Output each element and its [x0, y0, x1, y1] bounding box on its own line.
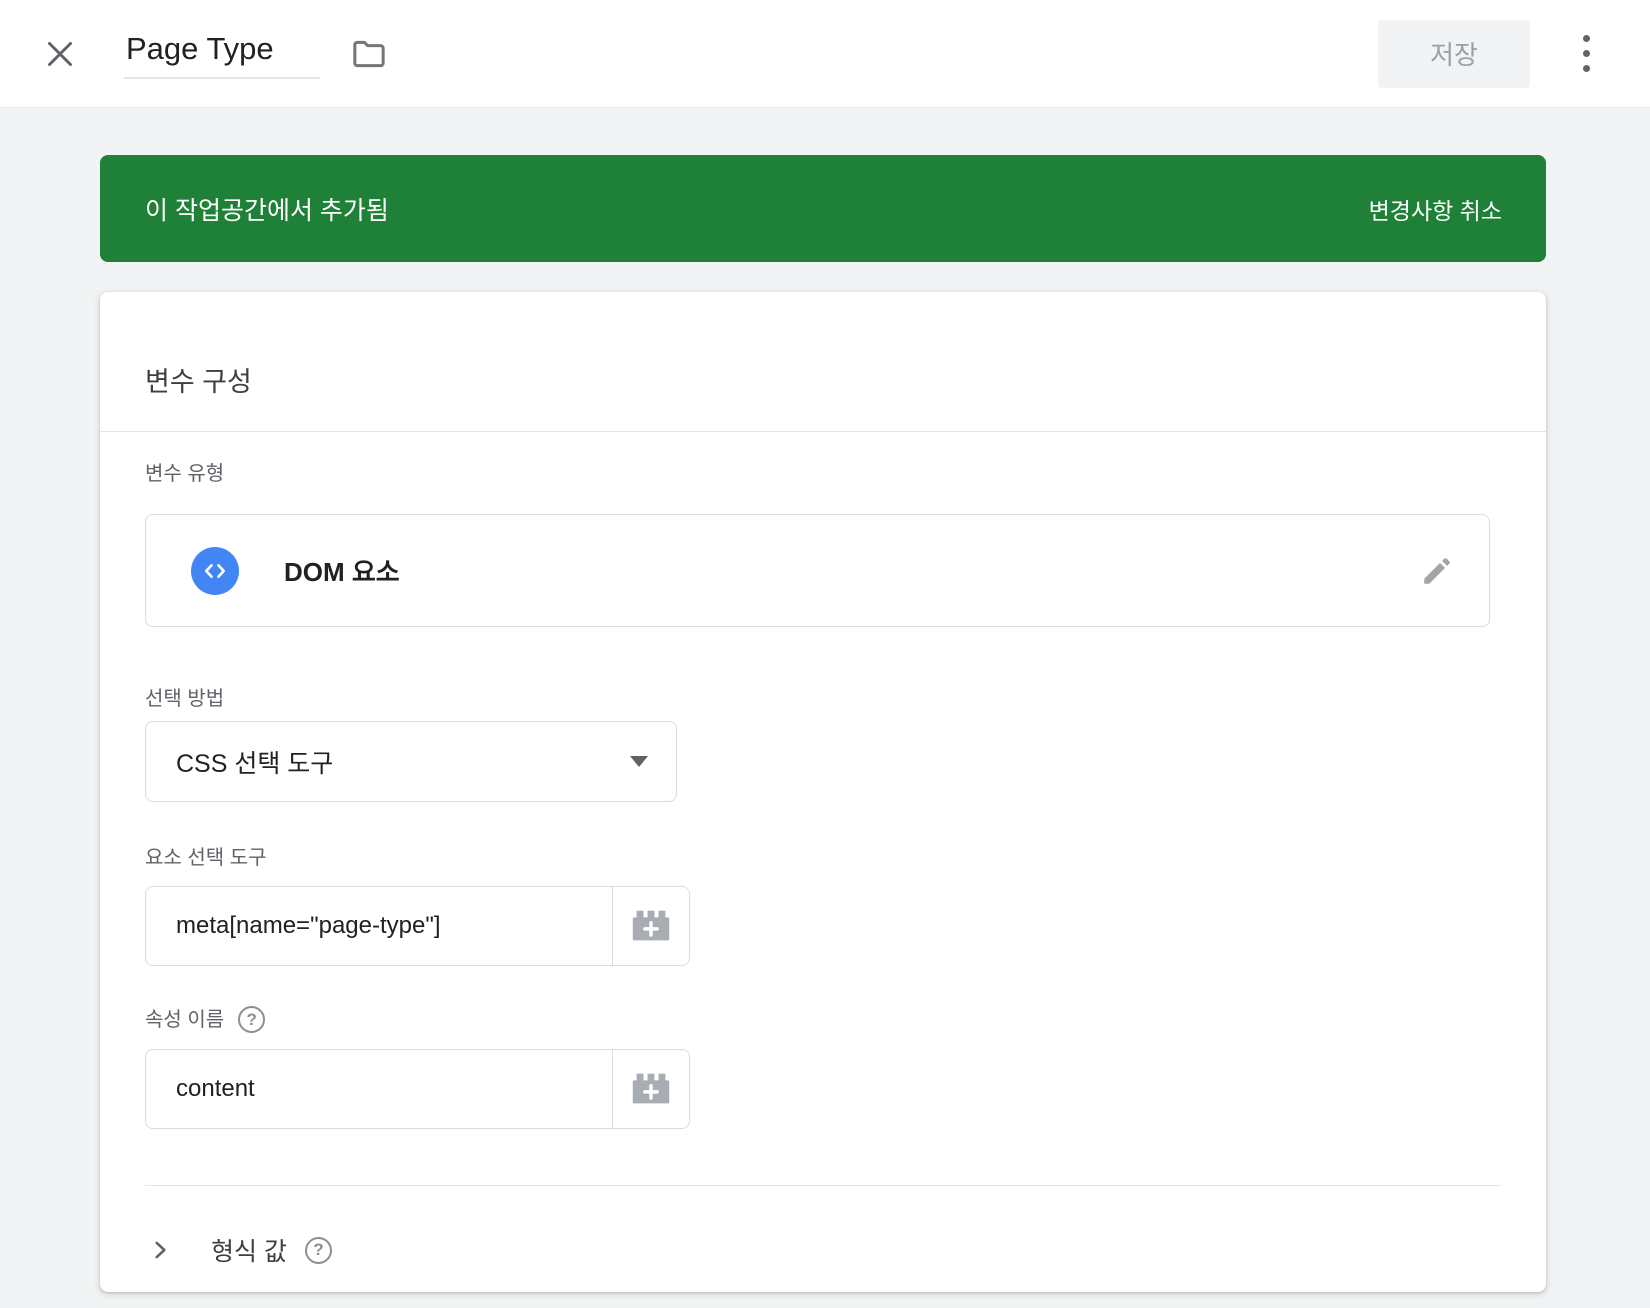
folder-button[interactable] [346, 31, 392, 77]
selection-method-dropdown[interactable]: CSS 선택 도구 [145, 721, 677, 802]
variable-brick-icon [628, 1069, 674, 1109]
attribute-name-label: 속성 이름 ? [145, 1006, 1501, 1033]
more-menu-button[interactable] [1566, 28, 1606, 80]
attribute-name-field [145, 1049, 690, 1129]
insert-variable-button[interactable] [612, 886, 690, 966]
chevron-right-icon [145, 1235, 175, 1265]
element-selector-field [145, 886, 690, 966]
top-bar: Page Type 저장 [0, 0, 1650, 108]
save-button[interactable]: 저장 [1378, 20, 1530, 88]
kebab-dot [1583, 65, 1590, 72]
close-button[interactable] [38, 32, 82, 76]
variable-type-value: DOM 요소 [284, 552, 400, 589]
variable-brick-icon [628, 906, 674, 946]
selection-method-value: CSS 선택 도구 [176, 744, 333, 780]
discard-changes-button[interactable]: 변경사항 취소 [1355, 178, 1516, 240]
format-value-expander[interactable]: 형식 값 ? [145, 1220, 1501, 1280]
kebab-dot [1583, 35, 1590, 42]
help-icon[interactable]: ? [238, 1006, 265, 1033]
variable-type-label: 변수 유형 [145, 462, 1501, 486]
workspace-status-banner: 이 작업공간에서 추가됨 변경사항 취소 [100, 155, 1546, 262]
kebab-dot [1583, 50, 1590, 57]
format-value-label: 형식 값 [211, 1232, 287, 1268]
workspace-status-text: 이 작업공간에서 추가됨 [145, 191, 389, 227]
chevron-down-icon [630, 756, 648, 767]
variable-type-selector[interactable]: DOM 요소 [145, 514, 1490, 627]
help-icon[interactable]: ? [305, 1237, 332, 1264]
card-header: 변수 구성 [100, 292, 1546, 432]
selection-method-label: 선택 방법 [145, 687, 1501, 711]
variable-name-input[interactable]: Page Type [124, 28, 320, 78]
card-title: 변수 구성 [145, 360, 252, 399]
card-body: 변수 유형 DOM 요소 선택 방법 CSS 선택 도구 요소 선택 도구 [100, 432, 1546, 1280]
topbar-actions: 저장 [1378, 20, 1606, 88]
close-icon [42, 36, 78, 72]
folder-icon [349, 34, 389, 74]
attribute-name-label-text: 속성 이름 [145, 1008, 224, 1032]
attribute-name-input[interactable] [145, 1049, 612, 1129]
insert-variable-button[interactable] [612, 1049, 690, 1129]
variable-configuration-card: 변수 구성 변수 유형 DOM 요소 선택 방법 CSS 선택 도구 요소 [100, 292, 1546, 1292]
element-selector-label: 요소 선택 도구 [145, 846, 1501, 870]
section-divider [145, 1185, 1501, 1186]
dom-element-icon [191, 547, 239, 595]
edit-pencil-icon[interactable] [1415, 549, 1459, 593]
element-selector-input[interactable] [145, 886, 612, 966]
